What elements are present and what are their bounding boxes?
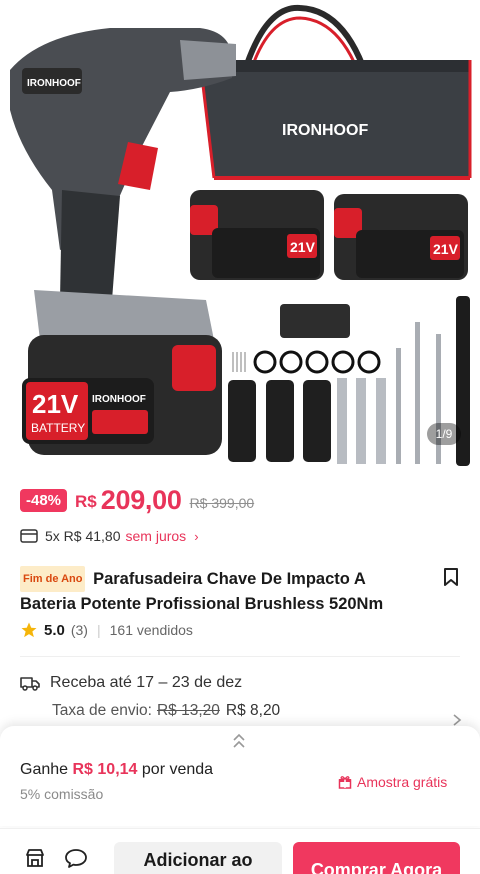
battery-pack-1-image: 21V <box>190 190 324 280</box>
svg-text:IRONHOOF: IRONHOOF <box>27 78 81 89</box>
earn-prefix: Ganhe <box>20 761 69 778</box>
installment-text: 5x R$ 41,80 <box>45 528 121 544</box>
bottom-action-bar: Adicionar ao Comprar Agora <box>0 828 480 874</box>
separator: | <box>96 622 101 638</box>
interest-free-label: sem juros <box>125 528 187 544</box>
discount-badge: -48% <box>20 488 68 512</box>
shipping-fee-label: Taxa de envio: <box>52 702 152 719</box>
price-row: -48% R$ 209,00 R$ 399,00 <box>20 484 255 515</box>
current-price: 209,00 <box>100 484 182 515</box>
product-image-gallery[interactable]: IRONHOOF 21V 21V IRONHOOF 21V BATTERY IR… <box>0 0 480 478</box>
free-sample-button[interactable]: Amostra grátis <box>338 774 447 790</box>
star-icon <box>21 622 37 638</box>
credit-card-icon <box>20 529 38 543</box>
product-photo: IRONHOOF 21V 21V IRONHOOF 21V BATTERY IR… <box>10 4 472 466</box>
earn-amount: R$ 10,14 <box>72 761 138 778</box>
chat-icon[interactable] <box>64 847 88 869</box>
earn-text: Ganhe R$ 10,14 por venda <box>20 761 213 779</box>
svg-text:IRONHOOF: IRONHOOF <box>282 122 368 139</box>
review-count: (3) <box>70 622 88 638</box>
delivery-row[interactable]: Receba até 17 – 23 de dez <box>20 674 242 692</box>
rating-score: 5.0 <box>44 621 65 639</box>
image-counter: 1/9 <box>427 423 461 445</box>
buy-now-button[interactable]: Comprar Agora <box>293 842 460 874</box>
affiliate-sheet: Ganhe R$ 10,14 por venda 5% comissão Amo… <box>0 726 480 826</box>
rating-row[interactable]: 5.0 (3) | 161 vendidos <box>20 621 193 639</box>
svg-text:21V: 21V <box>433 241 459 257</box>
commission-rate: 5% comissão <box>20 786 104 802</box>
gift-icon <box>338 776 352 789</box>
divider <box>20 656 460 657</box>
add-to-cart-button[interactable]: Adicionar ao <box>114 842 282 874</box>
chevron-right-icon: › <box>194 528 199 544</box>
price-currency: R$ <box>75 492 97 511</box>
shipping-fee-row: Taxa de envio: R$ 13,20 R$ 8,20 <box>52 702 280 720</box>
battery-pack-2-image: 21V <box>334 194 468 280</box>
svg-text:21V: 21V <box>32 389 79 419</box>
svg-text:BATTERY: BATTERY <box>31 421 85 435</box>
product-title: Fim de Ano Parafusadeira Chave De Impact… <box>20 566 425 616</box>
svg-text:21V: 21V <box>290 239 316 255</box>
free-sample-label: Amostra grátis <box>357 774 448 790</box>
tool-bag-image: IRONHOOF <box>198 4 472 180</box>
bookmark-icon[interactable] <box>442 567 460 587</box>
truck-icon <box>20 677 40 691</box>
chevron-right-icon[interactable] <box>452 713 462 727</box>
chevron-up-icon[interactable] <box>231 732 247 752</box>
promo-tag: Fim de Ano <box>20 566 86 592</box>
sold-count: 161 vendidos <box>109 622 193 638</box>
installment-row[interactable]: 5x R$ 41,80 sem juros › <box>20 528 199 544</box>
earn-suffix: por venda <box>141 761 214 778</box>
shipping-fee-old: R$ 13,20 <box>156 702 220 719</box>
shipping-fee-new: R$ 8,20 <box>225 702 281 719</box>
delivery-estimate: Receba até 17 – 23 de dez <box>50 674 243 691</box>
svg-text:IRONHOOF: IRONHOOF <box>92 394 146 405</box>
original-price: R$ 399,00 <box>189 495 255 511</box>
shop-icon[interactable] <box>24 847 46 869</box>
